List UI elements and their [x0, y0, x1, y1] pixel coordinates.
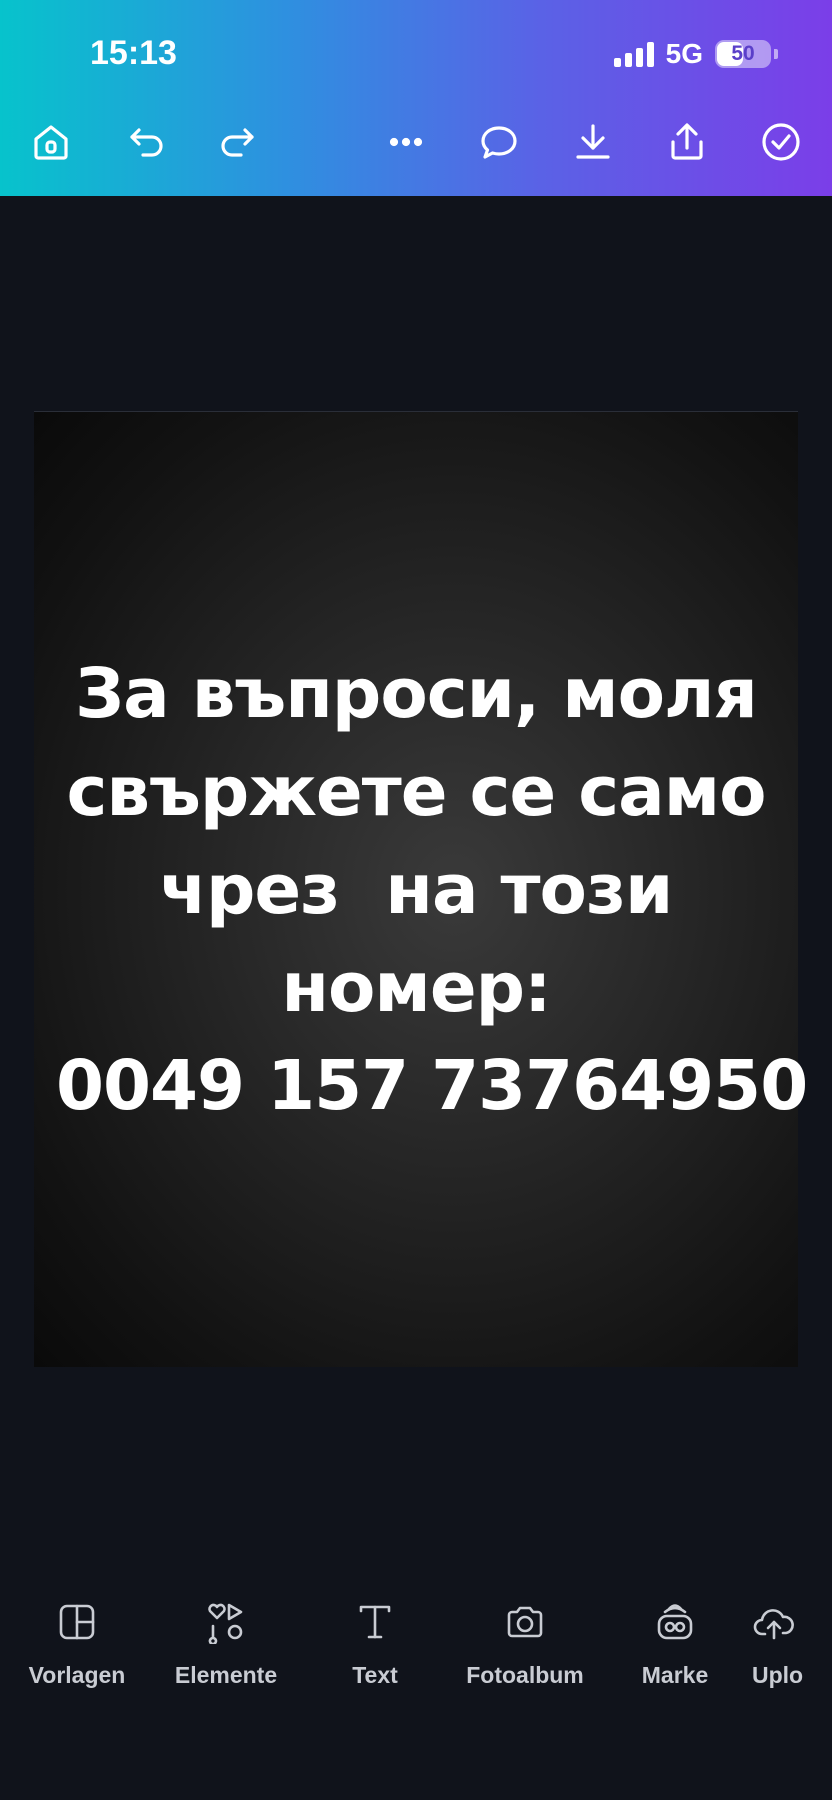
status-indicators: 5G 50	[613, 38, 778, 70]
download-button[interactable]	[569, 118, 617, 166]
comment-icon	[481, 126, 517, 159]
nav-label: Elemente	[174, 1662, 278, 1688]
nav-elemente[interactable]: Elemente	[151, 1600, 301, 1689]
share-button[interactable]	[663, 118, 711, 166]
status-time: 15:13	[90, 34, 177, 72]
nav-label: Uplo	[752, 1662, 804, 1688]
comment-button[interactable]	[475, 118, 523, 166]
templates-icon	[59, 1604, 95, 1640]
design-text-block[interactable]: За въпроси, моля свържете се само чрез н…	[56, 645, 808, 1135]
design-line-2: свържете се само	[66, 751, 766, 832]
undo-button[interactable]	[123, 118, 171, 166]
check-circle-icon	[762, 123, 800, 161]
nav-vorlagen[interactable]: Vorlagen	[2, 1600, 152, 1689]
design-line-5: 0049 157 73764950	[56, 1045, 808, 1126]
more-icon	[389, 137, 423, 147]
battery-icon: 50	[715, 40, 771, 68]
network-type: 5G	[665, 38, 703, 69]
nav-fotoalbum[interactable]: Fotoalbum	[450, 1600, 600, 1689]
home-icon	[34, 125, 68, 160]
nav-label: Marke	[641, 1662, 709, 1688]
battery-level: 50	[731, 42, 755, 65]
nav-text[interactable]: Text	[300, 1600, 450, 1689]
more-button[interactable]	[382, 118, 430, 166]
nav-label: Vorlagen	[28, 1662, 126, 1688]
text-icon	[359, 1605, 391, 1639]
design-canvas[interactable]: За въпроси, моля свържете се само чрез н…	[34, 411, 808, 1367]
design-line-3: чрез на този	[159, 849, 674, 930]
done-button[interactable]	[757, 118, 805, 166]
top-bar: 15:13 5G 50	[0, 0, 832, 196]
nav-upload[interactable]: Uplo	[752, 1600, 832, 1689]
elements-icon	[208, 1603, 243, 1644]
design-line-1: За въпроси, моля	[75, 653, 758, 734]
nav-label: Fotoalbum	[466, 1662, 584, 1688]
bottom-toolbar: Vorlagen Elemente Text Fotoalbum Marke U…	[0, 1600, 832, 1720]
camera-icon	[507, 1606, 543, 1638]
share-icon	[671, 123, 703, 160]
redo-button[interactable]	[213, 118, 261, 166]
nav-marke[interactable]: Marke	[600, 1600, 750, 1689]
design-line-4: номер:	[281, 947, 551, 1028]
home-button[interactable]	[27, 118, 75, 166]
upload-icon	[753, 1609, 794, 1640]
download-icon	[576, 124, 610, 159]
undo-icon	[130, 128, 163, 157]
signal-icon	[613, 41, 654, 67]
nav-label: Text	[352, 1662, 398, 1688]
brand-icon	[657, 1604, 693, 1640]
redo-icon	[221, 128, 254, 157]
